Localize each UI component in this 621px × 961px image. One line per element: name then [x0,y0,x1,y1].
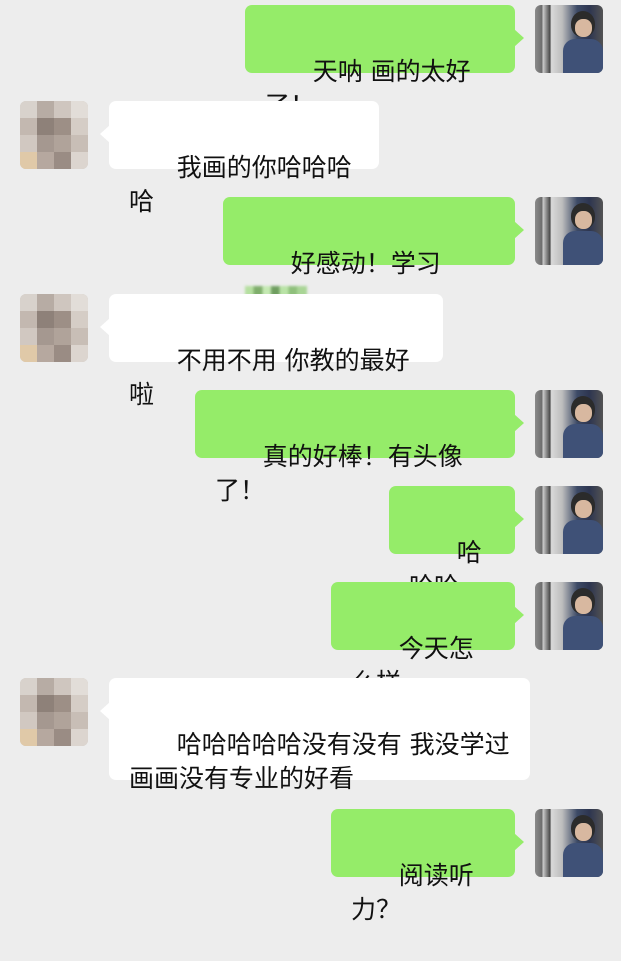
message-text: 好感动！学习 [290,249,441,278]
message-row: 天呐 画的太好了！ [0,5,621,120]
message-bubble-incoming[interactable]: 不用不用 你教的最好啦 [100,294,443,409]
message-bubble-outgoing[interactable]: 阅读听力？ [331,809,524,924]
contact-avatar-icon[interactable] [20,678,88,746]
contact-avatar-icon[interactable] [20,294,88,362]
message-row: 我画的你哈哈哈哈 [0,101,621,216]
message-row: 好感动！学习 [0,197,621,312]
self-avatar-icon[interactable] [535,486,603,554]
message-bubble-incoming[interactable]: 哈哈哈哈哈没有没有 我没学过 画画没有专业的好看 [100,678,530,793]
message-text: 阅读听力？ [351,861,474,924]
message-text: 哈哈哈哈哈没有没有 我没学过 画画没有专业的好看 [129,730,510,793]
self-avatar-icon[interactable] [535,582,603,650]
message-row: 不用不用 你教的最好啦 [0,294,621,409]
self-avatar-icon[interactable] [535,809,603,877]
self-avatar-icon[interactable] [535,5,603,73]
message-row: 哈哈哈哈哈没有没有 我没学过 画画没有专业的好看 [0,678,621,793]
message-bubble-outgoing[interactable]: 哈哈哈 [389,486,524,601]
self-avatar-icon[interactable] [535,197,603,265]
message-bubble-outgoing[interactable]: 今天怎么样 [331,582,524,697]
message-row: 哈哈哈 [0,486,621,601]
chat-message-list[interactable]: 天呐 画的太好了！ 我画的你哈哈哈哈 好感动！学习 不用不用 你教的最好 [0,0,621,924]
message-row: 阅读听力？ [0,809,621,924]
message-bubble-outgoing[interactable]: 真的好棒！有头像了！ [195,390,524,505]
contact-avatar-icon[interactable] [20,101,88,169]
self-avatar-icon[interactable] [535,390,603,458]
message-bubble-outgoing[interactable]: 好感动！学习 [223,197,524,312]
message-row: 真的好棒！有头像了！ [0,390,621,505]
message-row: 今天怎么样 [0,582,621,697]
message-bubble-outgoing[interactable]: 天呐 画的太好了！ [245,5,524,120]
message-bubble-incoming[interactable]: 我画的你哈哈哈哈 [100,101,379,216]
